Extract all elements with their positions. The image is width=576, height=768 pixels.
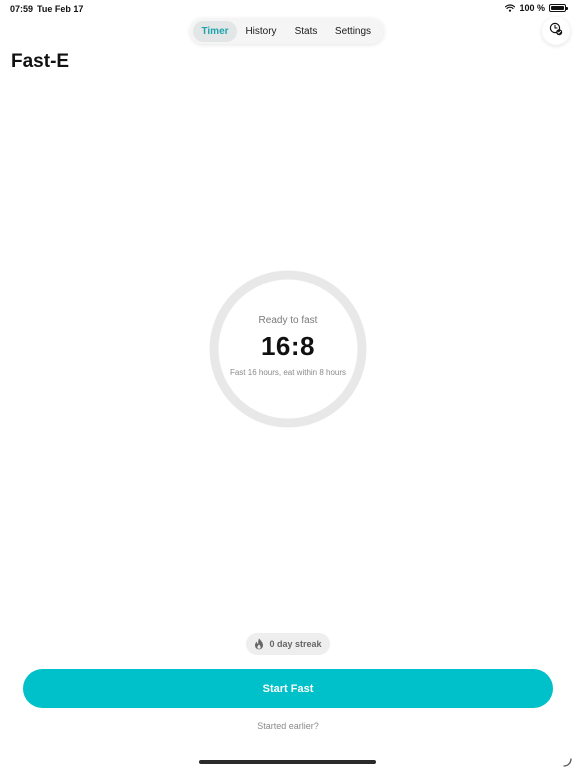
status-date: Tue Feb 17	[37, 4, 84, 14]
started-earlier-link[interactable]: Started earlier?	[0, 721, 576, 731]
fasting-ratio: 16:8	[260, 331, 316, 361]
tab-history[interactable]: History	[237, 21, 285, 42]
app-screen: 07:59 Tue Feb 17 100 % Timer History Sta…	[0, 0, 576, 768]
timer-status: Ready to fast	[258, 315, 318, 326]
tab-bar: Timer History Stats Settings	[190, 18, 384, 44]
start-fast-button[interactable]: Start Fast	[23, 669, 553, 708]
clock-check-button[interactable]	[542, 17, 570, 45]
timer-ring-content: Ready to fast 16:8 Fast 16 hours, eat wi…	[208, 269, 368, 429]
streak-label: 0 day streak	[269, 639, 322, 649]
flame-icon	[254, 638, 264, 650]
tab-timer[interactable]: Timer	[193, 20, 237, 42]
clock-check-icon	[549, 22, 563, 41]
tab-settings[interactable]: Settings	[327, 21, 379, 42]
timer-ring: Ready to fast 16:8 Fast 16 hours, eat wi…	[208, 269, 368, 429]
status-time: 07:59	[10, 4, 34, 14]
wifi-icon	[505, 4, 516, 12]
streak-badge: 0 day streak	[246, 633, 330, 655]
battery-fill	[551, 6, 564, 10]
status-bar: 07:59 Tue Feb 17 100 %	[0, 0, 576, 18]
fasting-description: Fast 16 hours, eat within 8 hours	[229, 368, 347, 377]
battery-percent: 100 %	[519, 3, 545, 13]
resize-handle-icon	[562, 754, 572, 768]
app-title: Fast-E	[11, 51, 70, 72]
battery-cap	[566, 7, 568, 10]
tab-stats[interactable]: Stats	[285, 21, 327, 42]
home-indicator[interactable]	[199, 760, 376, 764]
status-indicators: 100 %	[505, 3, 568, 13]
battery-icon	[549, 4, 568, 12]
